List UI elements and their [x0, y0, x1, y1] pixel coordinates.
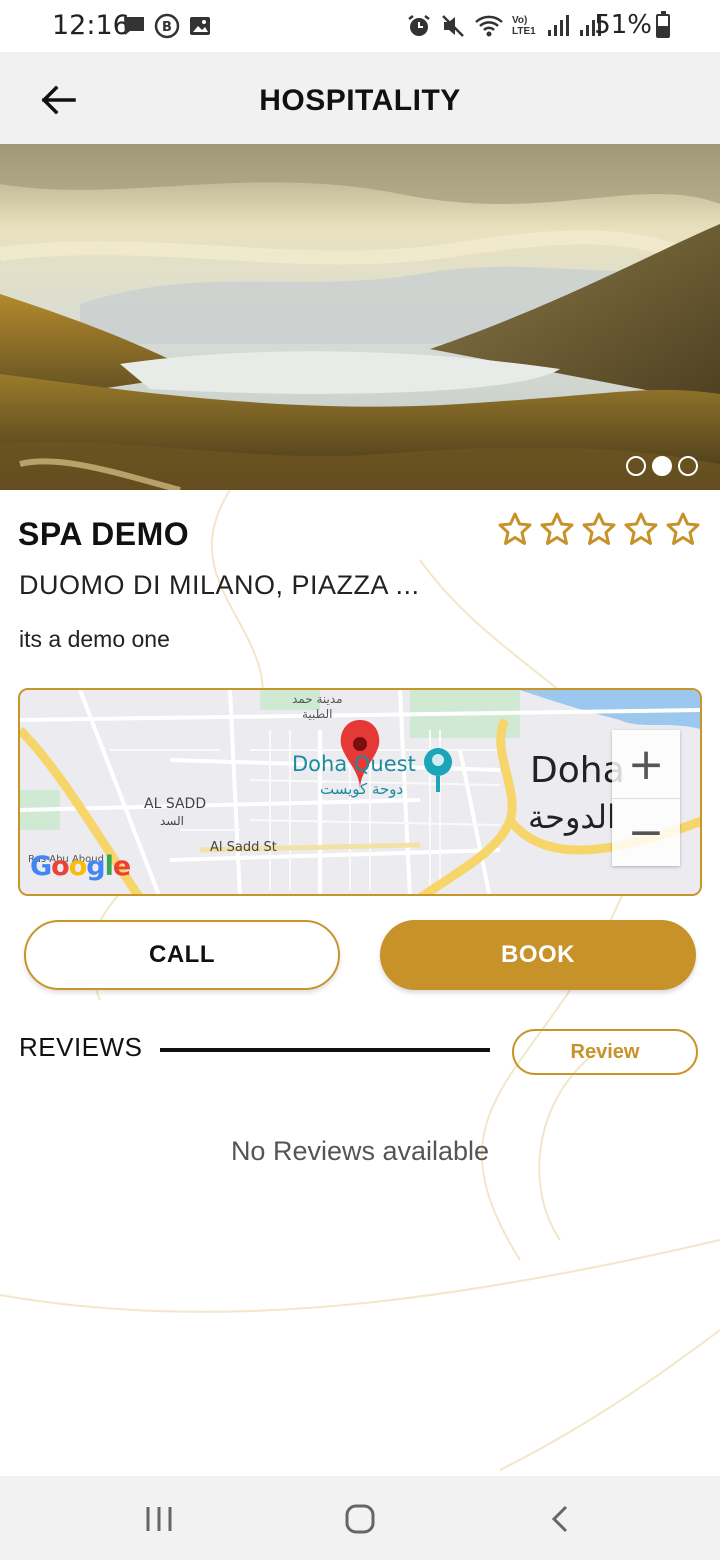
network-type-label: Vo) LTE1 — [512, 15, 536, 37]
system-icons: Vo) LTE1 — [406, 12, 602, 40]
signal-icon — [548, 15, 569, 36]
zoom-in-button[interactable]: + — [612, 730, 680, 798]
nav-back-button[interactable] — [536, 1494, 586, 1544]
recent-apps-button[interactable] — [134, 1494, 184, 1544]
gallery-icon — [190, 17, 210, 35]
image-carousel[interactable] — [0, 144, 720, 490]
place-address: DUOMO DI MILANO, PIAZZA ... — [19, 570, 420, 600]
message-icon — [124, 17, 144, 35]
book-button[interactable]: BOOK — [380, 920, 696, 990]
google-logo: Google — [30, 851, 131, 882]
battery-level — [658, 25, 668, 36]
map-label-al-sadd: AL SADD — [144, 796, 207, 812]
recent-apps-icon — [146, 1507, 172, 1531]
battery-icon — [656, 11, 670, 38]
star-icon[interactable] — [666, 512, 700, 546]
place-description: its a demo one — [19, 626, 170, 652]
map-label-hamad-2: الطبية — [302, 707, 333, 721]
back-icon — [551, 1505, 568, 1533]
carousel-indicators — [626, 456, 698, 476]
star-icon[interactable] — [582, 512, 616, 546]
page-title: HOSPITALITY — [259, 84, 461, 117]
wifi-icon — [475, 15, 503, 37]
star-icon[interactable] — [624, 512, 658, 546]
map-label-hamad: مدينة حمد — [292, 692, 343, 706]
star-icon[interactable] — [540, 512, 574, 546]
map-label-doha: Doha — [530, 750, 625, 791]
reviews-divider — [160, 1048, 490, 1052]
carousel-dot[interactable] — [652, 456, 672, 476]
write-review-button[interactable]: Review — [512, 1029, 698, 1075]
map-label-doha-quest-ar: دوحة كويست — [320, 780, 404, 798]
rating-stars[interactable] — [498, 512, 700, 546]
map-label-doha-quest: Doha Quest — [292, 752, 416, 776]
svg-text:B: B — [162, 20, 172, 35]
mute-icon — [442, 15, 464, 37]
empty-reviews-message: No Reviews available — [230, 1136, 490, 1166]
map-label-al-sadd-st: Al Sadd St — [210, 840, 277, 855]
battery-percent: 51% — [594, 10, 652, 40]
location-map[interactable]: مدينة حمد الطبية Doha Quest دوحة كويست A… — [18, 688, 702, 896]
reviews-heading: REVIEWS — [19, 1032, 143, 1062]
place-name: SPA DEMO — [18, 516, 190, 552]
landscape-photo — [0, 144, 720, 490]
call-button[interactable]: CALL — [24, 920, 340, 990]
app-bar: HOSPITALITY — [0, 52, 720, 144]
status-bar: 12:16 B Vo) LTE1 51% — [0, 0, 720, 52]
zoom-out-button[interactable]: − — [612, 798, 680, 866]
b-app-icon: B — [154, 13, 180, 39]
map-label-al-sadd-ar: السد — [160, 814, 184, 828]
map-label-doha-ar: الدوحة — [528, 798, 616, 836]
status-time: 12:16 — [52, 10, 130, 41]
star-icon[interactable] — [498, 512, 532, 546]
home-button[interactable] — [335, 1494, 385, 1544]
carousel-dot[interactable] — [626, 456, 646, 476]
system-navigation-bar — [0, 1476, 720, 1560]
alarm-icon — [408, 15, 430, 36]
carousel-dot[interactable] — [678, 456, 698, 476]
home-icon — [345, 1504, 375, 1534]
zoom-controls: + − — [612, 730, 680, 866]
notification-icons: B — [122, 12, 212, 40]
